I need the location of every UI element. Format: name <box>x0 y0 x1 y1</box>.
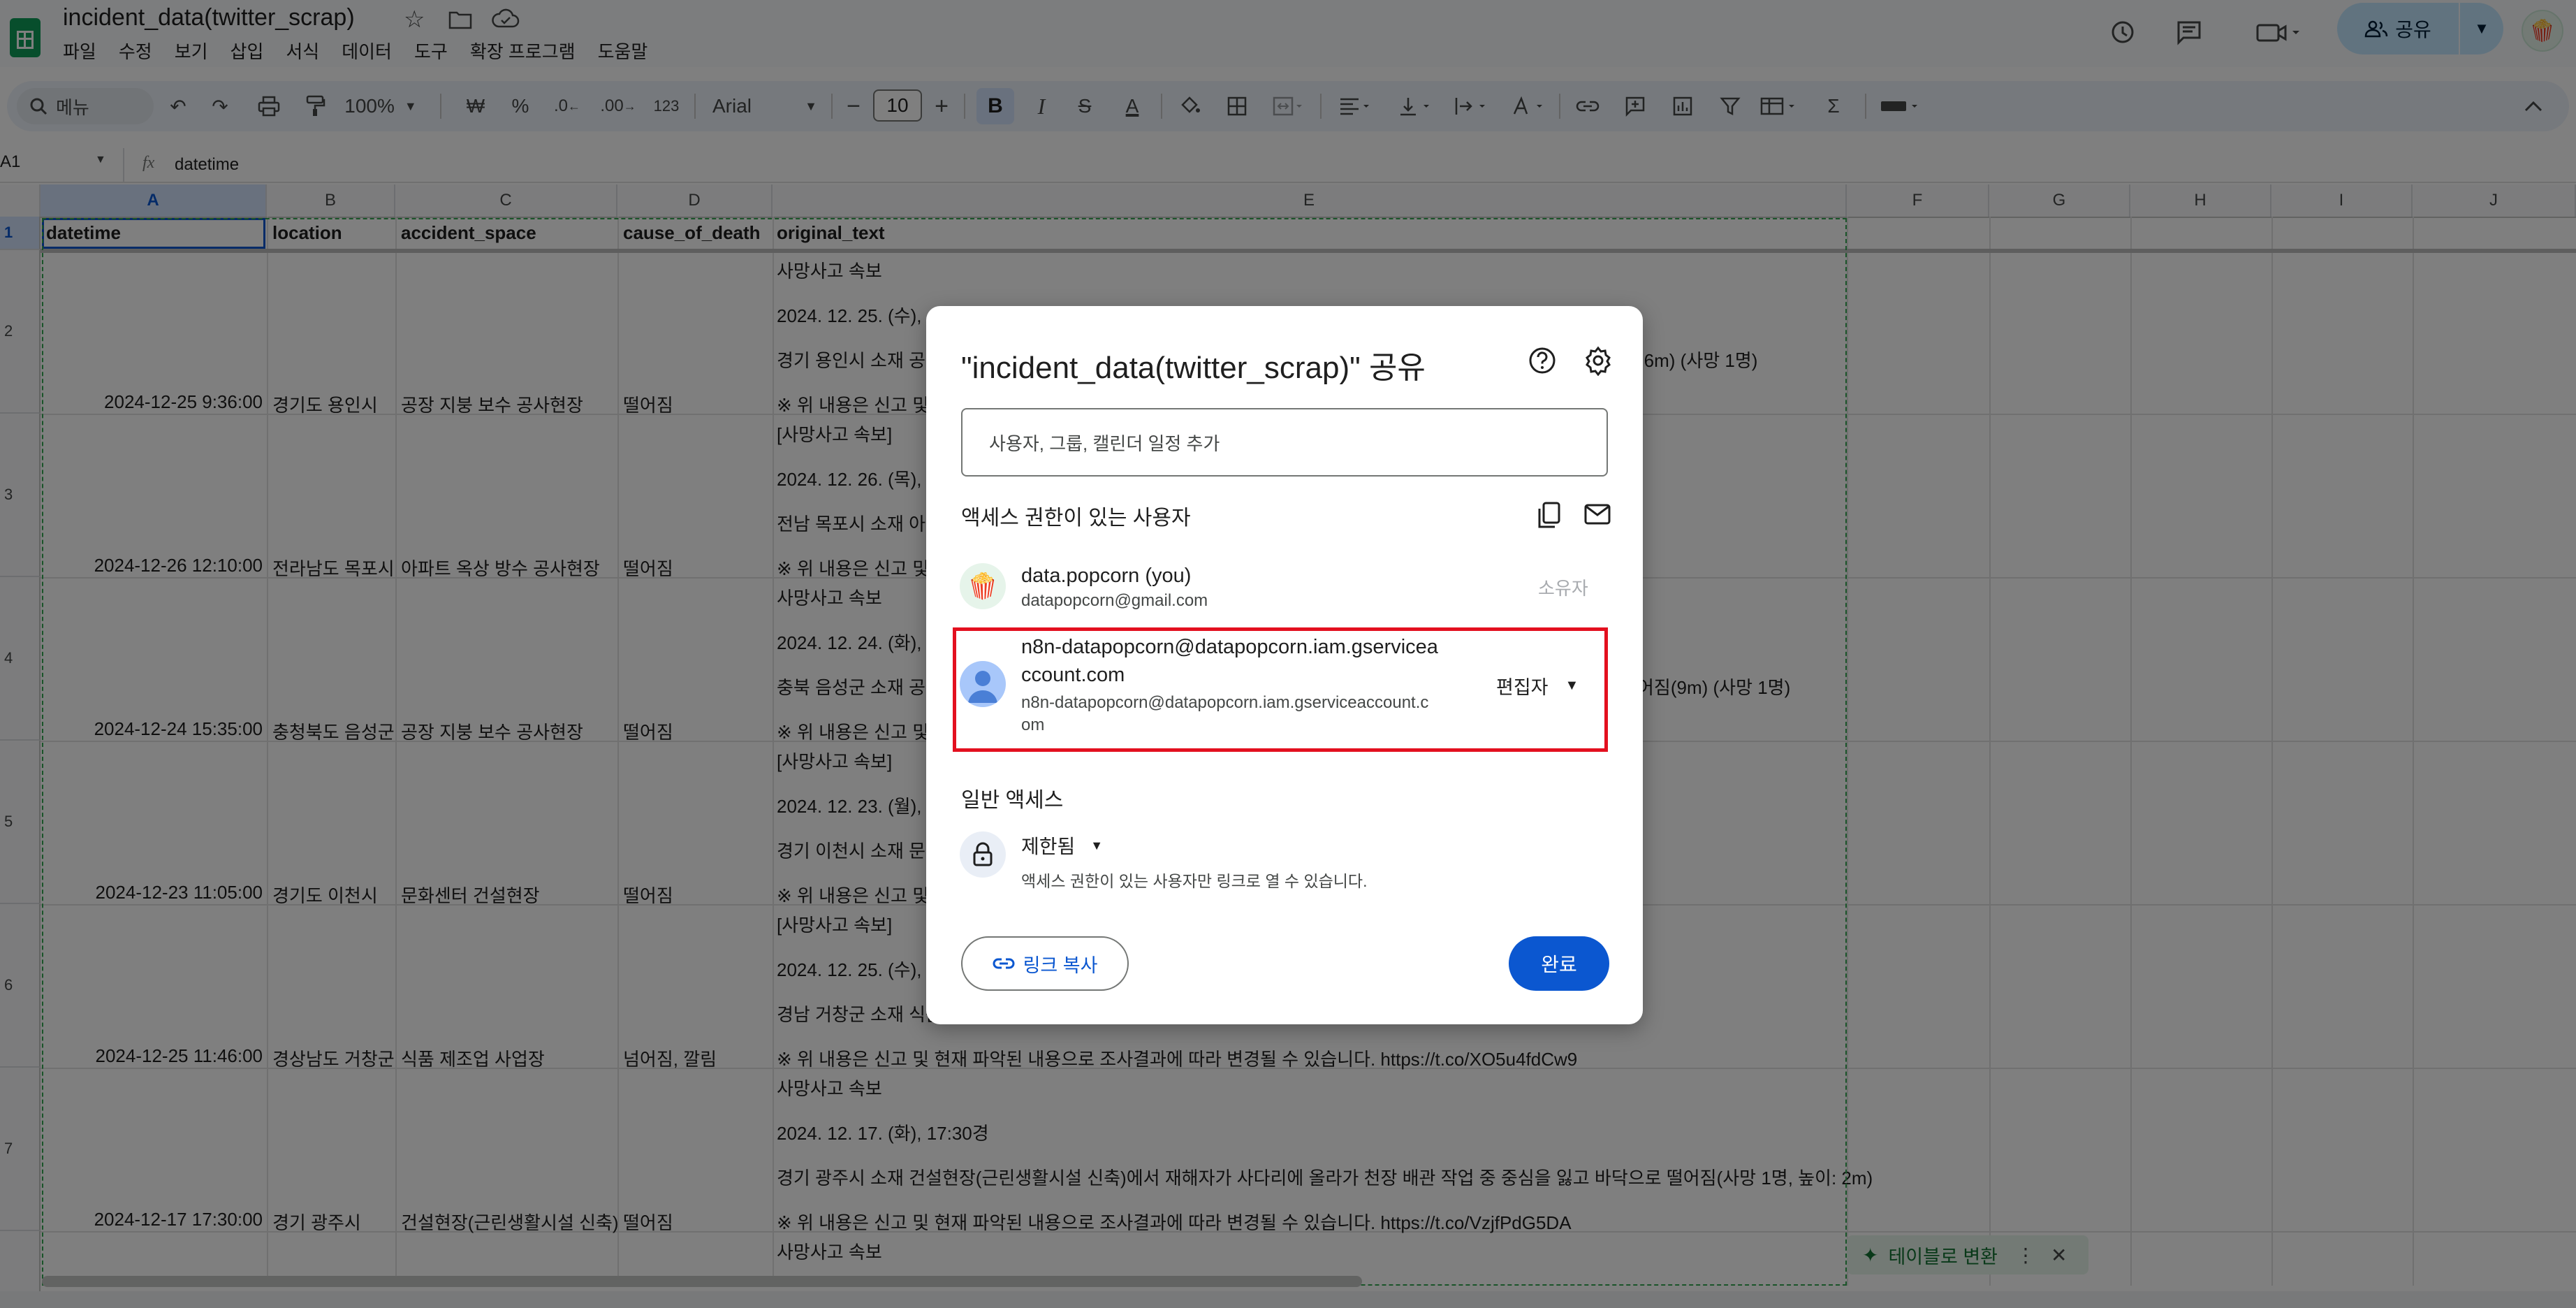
highlight-annotation-box <box>953 627 1608 752</box>
user-email: datapopcorn@gmail.com <box>1021 591 1208 610</box>
general-access-select[interactable]: 제한됨 ▼ <box>1021 831 1103 859</box>
restriction-description: 액세스 권한이 있는 사용자만 링크로 열 수 있습니다. <box>1021 872 1368 890</box>
owner-role-label: 소유자 <box>1538 578 1588 599</box>
lock-icon <box>960 831 1006 878</box>
copy-link-button[interactable]: 링크 복사 <box>961 936 1129 991</box>
help-icon[interactable] <box>1527 345 1558 376</box>
settings-gear-icon[interactable] <box>1583 345 1613 377</box>
link-icon <box>993 958 1015 969</box>
email-icon[interactable] <box>1584 503 1612 531</box>
share-dialog: "incident_data(twitter_scrap)" 공유 사용자, 그… <box>926 306 1643 1024</box>
done-button[interactable]: 완료 <box>1509 936 1609 991</box>
copy-link-label: 링크 복사 <box>1023 954 1098 976</box>
add-people-input[interactable]: 사용자, 그룹, 캘린더 일정 추가 <box>961 408 1608 477</box>
restriction-label: 제한됨 <box>1021 836 1076 857</box>
user-name: data.popcorn (you) <box>1021 565 1192 587</box>
dialog-title: "incident_data(twitter_scrap)" 공유 <box>961 351 1426 385</box>
chevron-down-icon: ▼ <box>1090 838 1104 852</box>
people-with-access-heading: 액세스 권한이 있는 사용자 <box>961 507 1191 530</box>
copy-emails-icon[interactable] <box>1537 502 1565 530</box>
user-avatar-popcorn: 🍿 <box>960 563 1006 609</box>
general-access-heading: 일반 액세스 <box>961 789 1064 812</box>
